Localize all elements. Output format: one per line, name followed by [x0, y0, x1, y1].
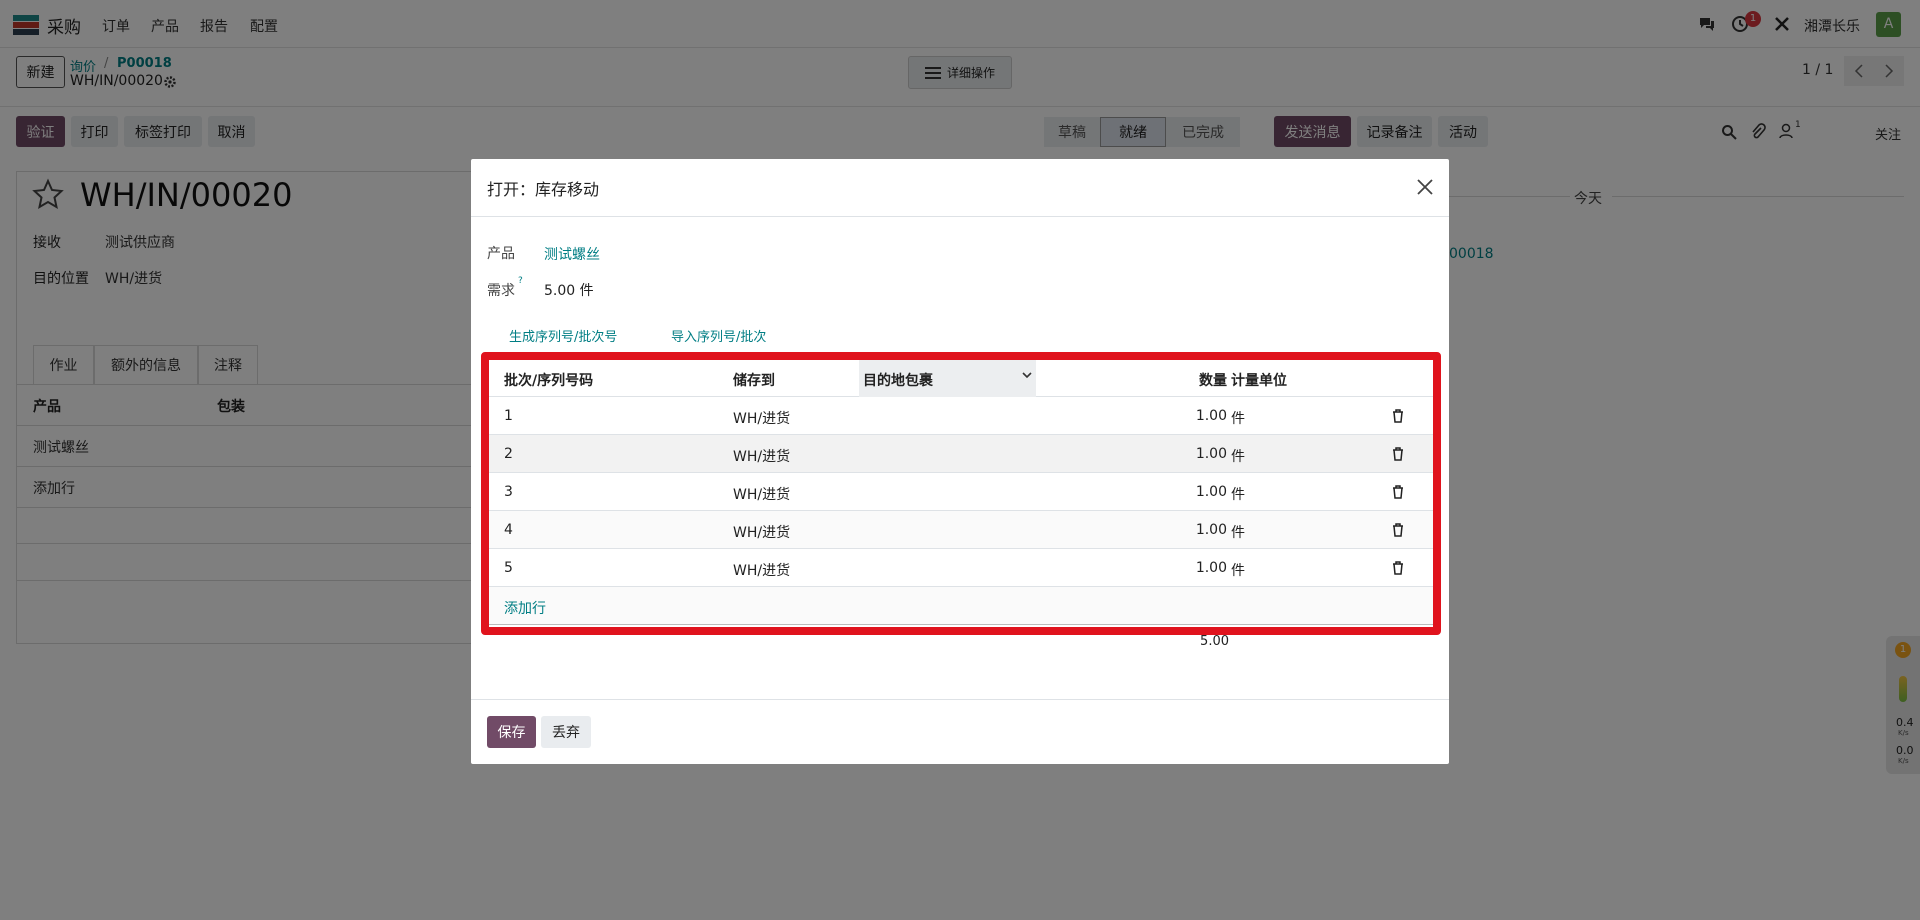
- dialog-header: 打开：库存移动: [471, 159, 1449, 217]
- col-qty-header[interactable]: 数量: [1175, 370, 1227, 390]
- table-header: 批次/序列号码 储存到 目的地包裹 数量 计量单位: [489, 360, 1433, 397]
- row-uom: 件: [1231, 563, 1245, 579]
- trash-icon[interactable]: [1392, 561, 1404, 575]
- close-icon[interactable]: [1416, 178, 1434, 196]
- demand-help-icon[interactable]: ?: [518, 276, 523, 286]
- row-qty[interactable]: 1.00: [1175, 408, 1227, 424]
- col-uom-header[interactable]: 计量单位: [1231, 370, 1287, 390]
- trash-icon[interactable]: [1392, 485, 1404, 499]
- row-lot[interactable]: 1: [504, 408, 513, 424]
- row-location[interactable]: WH/进货: [733, 446, 790, 466]
- table-row[interactable]: 5 WH/进货 1.00 件: [489, 549, 1433, 587]
- table-row[interactable]: 3 WH/进货 1.00 件: [489, 473, 1433, 511]
- row-qty[interactable]: 1.00: [1175, 446, 1227, 462]
- demand-value: 5.00 件: [544, 283, 594, 299]
- add-line-row: 添加行: [489, 587, 1433, 625]
- col-store-to-header[interactable]: 储存到: [733, 370, 775, 390]
- row-lot[interactable]: 2: [504, 446, 513, 462]
- dialog-footer: 保存 丢弃: [471, 699, 1449, 764]
- row-uom: 件: [1231, 449, 1245, 465]
- row-uom: 件: [1231, 525, 1245, 541]
- table-row[interactable]: 4 WH/进货 1.00 件: [489, 511, 1433, 549]
- import-serials-link[interactable]: 导入序列号/批次: [671, 326, 766, 345]
- discard-button[interactable]: 丢弃: [541, 716, 591, 748]
- row-location[interactable]: WH/进货: [733, 522, 790, 542]
- product-value[interactable]: 测试螺丝: [544, 244, 600, 264]
- col-lot-header[interactable]: 批次/序列号码: [504, 370, 593, 390]
- row-qty[interactable]: 1.00: [1175, 484, 1227, 500]
- trash-icon[interactable]: [1392, 409, 1404, 423]
- chevron-down-icon[interactable]: [1021, 370, 1033, 380]
- save-button[interactable]: 保存: [487, 716, 536, 748]
- demand-label: 需求: [487, 283, 515, 299]
- dialog-title: 打开：库存移动: [487, 180, 600, 199]
- row-location[interactable]: WH/进货: [733, 484, 790, 504]
- row-lot[interactable]: 5: [504, 560, 513, 576]
- qty-total: 5.00: [1200, 634, 1229, 649]
- trash-icon[interactable]: [1392, 523, 1404, 537]
- row-lot[interactable]: 4: [504, 522, 513, 538]
- table-row[interactable]: 1 WH/进货 1.00 件: [489, 397, 1433, 435]
- generate-serials-link[interactable]: 生成序列号/批次号: [509, 326, 617, 345]
- trash-icon[interactable]: [1392, 447, 1404, 461]
- row-location[interactable]: WH/进货: [733, 408, 790, 428]
- row-qty[interactable]: 1.00: [1175, 522, 1227, 538]
- row-uom: 件: [1231, 411, 1245, 427]
- product-label: 产品: [487, 246, 515, 262]
- stock-move-dialog: 打开：库存移动 产品 测试螺丝 需求 ? 5.00 件 生成序列号/批次号 导入…: [471, 159, 1449, 764]
- row-qty[interactable]: 1.00: [1175, 560, 1227, 576]
- col-dest-package-header[interactable]: 目的地包裹: [863, 370, 933, 390]
- table-row[interactable]: 2 WH/进货 1.00 件: [489, 435, 1433, 473]
- row-location[interactable]: WH/进货: [733, 560, 790, 580]
- row-lot[interactable]: 3: [504, 484, 513, 500]
- row-uom: 件: [1231, 487, 1245, 503]
- add-line-link[interactable]: 添加行: [504, 598, 546, 618]
